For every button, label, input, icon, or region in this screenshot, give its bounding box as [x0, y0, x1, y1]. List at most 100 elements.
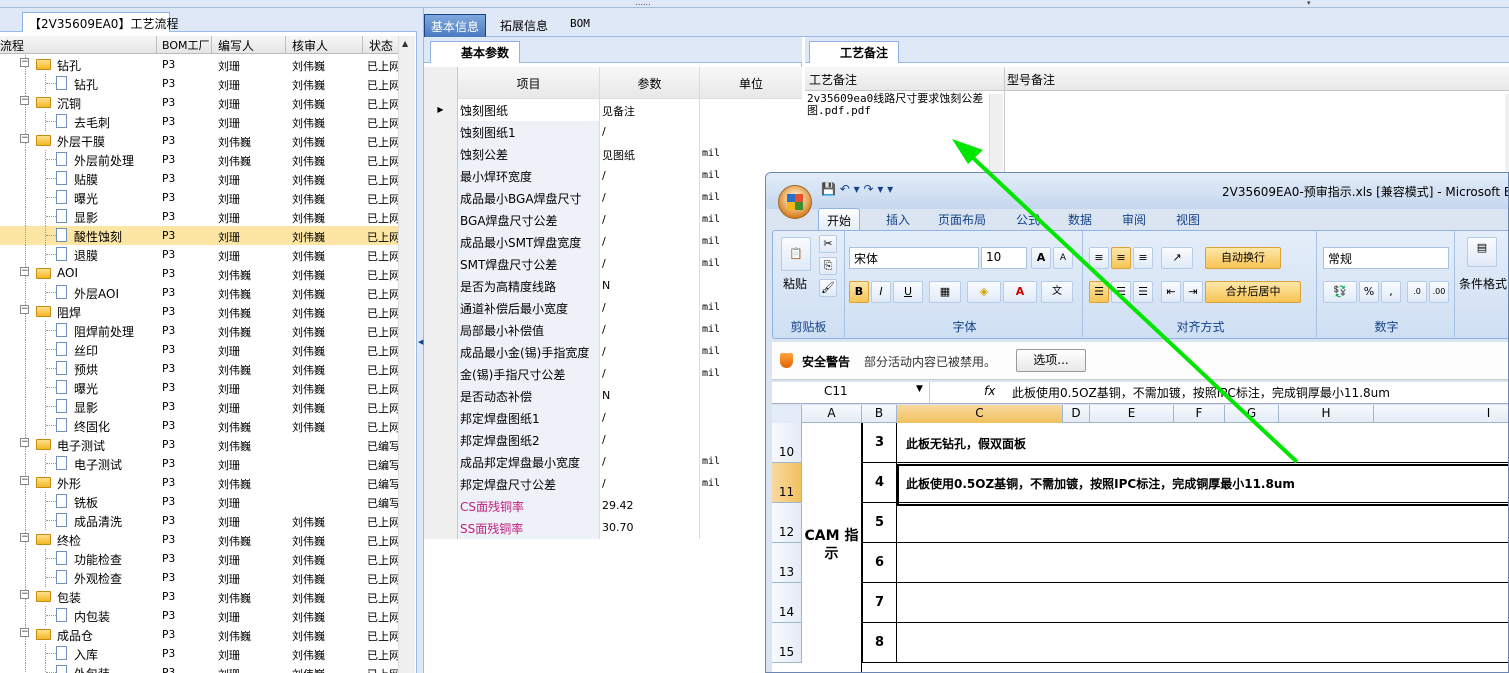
- row-indicator[interactable]: [424, 187, 458, 209]
- column-header-writer[interactable]: 编写人: [218, 37, 284, 54]
- column-header-status[interactable]: 状态: [369, 37, 397, 54]
- column-header-bom-factory[interactable]: BOM工厂: [162, 37, 212, 53]
- ribbon-tab-insert[interactable]: 插入: [878, 208, 918, 230]
- param-value-cell[interactable]: /: [600, 187, 700, 209]
- column-header-item[interactable]: 项目: [458, 67, 600, 99]
- column-header-e[interactable]: E: [1090, 405, 1174, 423]
- param-row[interactable]: 金(锡)手指尺寸公差 / mil: [424, 363, 802, 385]
- tree-row[interactable]: 外包装 P3 刘珊 刘伟巍 已上网: [0, 663, 398, 673]
- tree-row[interactable]: − 阻焊 P3 刘伟巍 刘伟巍 已上网: [0, 302, 398, 321]
- orientation-icon[interactable]: ↗: [1161, 247, 1193, 269]
- row-header[interactable]: 10: [772, 423, 802, 463]
- tab-extended-info[interactable]: 拓展信息: [494, 14, 554, 37]
- param-value-cell[interactable]: 29.42: [600, 495, 700, 517]
- tree-vertical-scrollbar[interactable]: ▲: [398, 36, 415, 673]
- param-value-cell[interactable]: /: [600, 121, 700, 143]
- param-row[interactable]: 最小焊环宽度 / mil: [424, 165, 802, 187]
- tree-row[interactable]: − 电子测试 P3 刘伟巍 已编写: [0, 435, 398, 454]
- tree-row[interactable]: − 包装 P3 刘伟巍 刘伟巍 已上网: [0, 587, 398, 606]
- param-row[interactable]: 邦定焊盘尺寸公差 / mil: [424, 473, 802, 495]
- currency-icon[interactable]: 💱: [1323, 281, 1357, 303]
- tree-row[interactable]: 酸性蚀刻 P3 刘珊 刘伟巍 已上网: [0, 226, 398, 245]
- column-header-h[interactable]: H: [1279, 405, 1374, 423]
- param-row[interactable]: 是否动态补偿 N: [424, 385, 802, 407]
- param-row[interactable]: 局部最小补偿值 / mil: [424, 319, 802, 341]
- param-value-cell[interactable]: /: [600, 231, 700, 253]
- paste-button[interactable]: 粘贴: [783, 275, 807, 292]
- tree-row[interactable]: 外层AOI P3 刘伟巍 刘伟巍 已上网: [0, 283, 398, 302]
- param-row[interactable]: 成品邦定焊盘最小宽度 / mil: [424, 451, 802, 473]
- tree-row[interactable]: 外观检查 P3 刘珊 刘伟巍 已上网: [0, 568, 398, 587]
- tree-row[interactable]: 预烘 P3 刘伟巍 刘伟巍 已上网: [0, 359, 398, 378]
- expand-toggle-icon[interactable]: −: [20, 96, 29, 105]
- param-value-cell[interactable]: N: [600, 385, 700, 407]
- conditional-format-button[interactable]: 条件格式: [1459, 275, 1507, 292]
- excel-titlebar[interactable]: 💾 ↶ ▾ ↷ ▾ ▾ 2V35609EA0-预审指示.xls [兼容模式] -…: [766, 173, 1508, 209]
- percent-button[interactable]: %: [1359, 281, 1379, 303]
- expand-toggle-icon[interactable]: −: [20, 134, 29, 143]
- column-header-unit[interactable]: 单位: [700, 67, 802, 99]
- row-indicator[interactable]: [424, 429, 458, 451]
- ribbon-tab-review[interactable]: 审阅: [1114, 208, 1154, 230]
- tree-row[interactable]: 内包装 P3 刘珊 刘伟巍 已上网: [0, 606, 398, 625]
- expand-toggle-icon[interactable]: −: [20, 628, 29, 637]
- chevron-down-icon[interactable]: ▼: [916, 384, 923, 394]
- number-format-select[interactable]: 常规: [1323, 247, 1449, 269]
- row-indicator[interactable]: [424, 495, 458, 517]
- craft-note-text[interactable]: 2v35609ea0线路尺寸要求蚀刻公差图.pdf.pdf: [807, 93, 1003, 117]
- tree-row[interactable]: 功能检查 P3 刘珊 刘伟巍 已上网: [0, 549, 398, 568]
- tab-bom[interactable]: BOM: [564, 14, 596, 37]
- column-header-c[interactable]: C: [897, 405, 1063, 423]
- param-value-cell[interactable]: /: [600, 165, 700, 187]
- expand-toggle-icon[interactable]: −: [20, 590, 29, 599]
- column-header-flow[interactable]: 流程: [0, 37, 155, 54]
- row-indicator[interactable]: [424, 517, 458, 539]
- tree-row[interactable]: 电子测试 P3 刘珊 已编写: [0, 454, 398, 473]
- param-row[interactable]: BGA焊盘尺寸公差 / mil: [424, 209, 802, 231]
- param-value-cell[interactable]: /: [600, 319, 700, 341]
- sheet-row[interactable]: 5: [802, 503, 1508, 543]
- expand-toggle-icon[interactable]: −: [20, 58, 29, 67]
- param-row[interactable]: ▶ 蚀刻图纸 见备注: [424, 99, 802, 121]
- row-indicator[interactable]: [424, 385, 458, 407]
- tree-row[interactable]: 显影 P3 刘珊 刘伟巍 已上网: [0, 397, 398, 416]
- tree-row[interactable]: − AOI P3 刘伟巍 刘伟巍 已上网: [0, 264, 398, 283]
- tab-basic-info[interactable]: 基本信息: [424, 14, 487, 37]
- ribbon-tab-page-layout[interactable]: 页面布局: [930, 208, 994, 230]
- sheet-row[interactable]: 3 此板无钻孔，假双面板: [802, 423, 1508, 463]
- scroll-up-icon[interactable]: ▲: [402, 39, 408, 48]
- sheet-row[interactable]: 8: [802, 623, 1508, 663]
- row-indicator[interactable]: [424, 209, 458, 231]
- align-left-icon[interactable]: ☰: [1089, 281, 1109, 303]
- tree-row[interactable]: − 钻孔 P3 刘珊 刘伟巍 已上网: [0, 55, 398, 74]
- param-row[interactable]: 邦定焊盘图纸2/: [424, 429, 802, 451]
- tree-row[interactable]: 退膜 P3 刘珊 刘伟巍 已上网: [0, 245, 398, 264]
- param-row[interactable]: 成品最小金(锡)手指宽度 / mil: [424, 341, 802, 363]
- formula-input[interactable]: 此板使用0.5OZ基铜，不需加镀，按照IPC标注，完成铜厚最小11.8um: [1012, 384, 1390, 401]
- param-value-cell[interactable]: N: [600, 275, 700, 297]
- tree-row[interactable]: − 终检 P3 刘伟巍 刘伟巍 已上网: [0, 530, 398, 549]
- merge-center-button[interactable]: 合并后居中: [1205, 281, 1301, 303]
- align-center-icon[interactable]: ☰: [1111, 281, 1131, 303]
- param-value-cell[interactable]: /: [600, 473, 700, 495]
- increase-decimal-icon[interactable]: .0: [1407, 281, 1427, 303]
- row-indicator[interactable]: [424, 363, 458, 385]
- cell-b[interactable]: 8: [862, 623, 897, 663]
- row-header[interactable]: 15: [772, 623, 802, 663]
- decrease-decimal-icon[interactable]: .00: [1429, 281, 1449, 303]
- tree-row[interactable]: 丝印 P3 刘珊 刘伟巍 已上网: [0, 340, 398, 359]
- select-all-corner[interactable]: [772, 405, 802, 423]
- tree-row[interactable]: 阻焊前处理 P3 刘伟巍 刘伟巍 已上网: [0, 321, 398, 340]
- column-header-d[interactable]: D: [1063, 405, 1090, 423]
- tree-row[interactable]: 入库 P3 刘珊 刘伟巍 已上网: [0, 644, 398, 663]
- param-value-cell[interactable]: /: [600, 341, 700, 363]
- copy-icon[interactable]: ⎘: [819, 257, 837, 275]
- param-value-cell[interactable]: /: [600, 451, 700, 473]
- ribbon-tab-formulas[interactable]: 公式: [1008, 208, 1048, 230]
- shrink-font-button[interactable]: A: [1053, 247, 1073, 269]
- param-value-cell[interactable]: /: [600, 429, 700, 451]
- name-box[interactable]: C11 ▼: [772, 382, 930, 403]
- tree-row[interactable]: 外层前处理 P3 刘伟巍 刘伟巍 已上网: [0, 150, 398, 169]
- param-value-cell[interactable]: /: [600, 363, 700, 385]
- expand-toggle-icon[interactable]: −: [20, 438, 29, 447]
